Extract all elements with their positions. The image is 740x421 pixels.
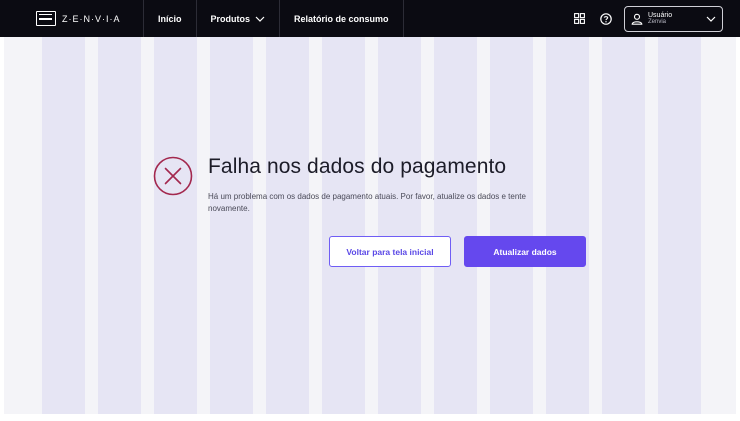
- grid-column: [658, 37, 701, 414]
- navbar-actions: Usuário Zenvia: [568, 0, 740, 37]
- grid-column: [602, 37, 645, 414]
- error-description: Há um problema com os dados de pagamento…: [208, 192, 526, 213]
- grid-column: [378, 37, 421, 414]
- nav-item-relatorio[interactable]: Relatório de consumo: [279, 0, 404, 37]
- help-icon: [600, 12, 612, 25]
- apps-grid-icon: [573, 13, 585, 24]
- back-to-home-button[interactable]: Voltar para tela inicial: [329, 236, 451, 267]
- grid-column: [266, 37, 309, 414]
- nav-item-label: Produtos: [210, 13, 251, 24]
- grid-column: [322, 37, 365, 414]
- nav-item-label: Início: [158, 13, 182, 24]
- update-data-button[interactable]: Atualizar dados: [464, 236, 586, 267]
- error-title: Falha nos dados do pagamento: [208, 155, 507, 178]
- brand-logo[interactable]: Z·E·N·V·I·A: [0, 0, 143, 37]
- help-button[interactable]: [595, 8, 617, 30]
- grid-column: [98, 37, 141, 414]
- grid-column: [490, 37, 533, 414]
- chevron-down-icon: [255, 14, 265, 24]
- main-content: [4, 37, 736, 414]
- zenvia-logo-icon: [36, 11, 56, 26]
- top-navbar: Z·E·N·V·I·A Início Produtos Relatório de…: [0, 0, 740, 37]
- error-circle-x-icon: [153, 156, 193, 196]
- user-icon: [631, 13, 643, 25]
- chevron-down-icon: [706, 16, 716, 22]
- user-org: Zenvia: [648, 19, 667, 26]
- apps-grid-button[interactable]: [568, 8, 590, 30]
- grid-column: [210, 37, 253, 414]
- grid-column: [42, 37, 85, 414]
- user-info: Usuário Zenvia: [648, 12, 701, 26]
- grid-column: [546, 37, 589, 414]
- nav-item-label: Relatório de consumo: [294, 13, 389, 24]
- brand-logo-text: Z·E·N·V·I·A: [62, 13, 121, 24]
- grid-column: [434, 37, 477, 414]
- nav-item-inicio[interactable]: Início: [143, 0, 196, 37]
- grid-column: [154, 37, 197, 414]
- user-menu[interactable]: Usuário Zenvia: [624, 5, 723, 32]
- user-name: Usuário: [648, 11, 673, 19]
- nav-item-produtos[interactable]: Produtos: [195, 0, 280, 37]
